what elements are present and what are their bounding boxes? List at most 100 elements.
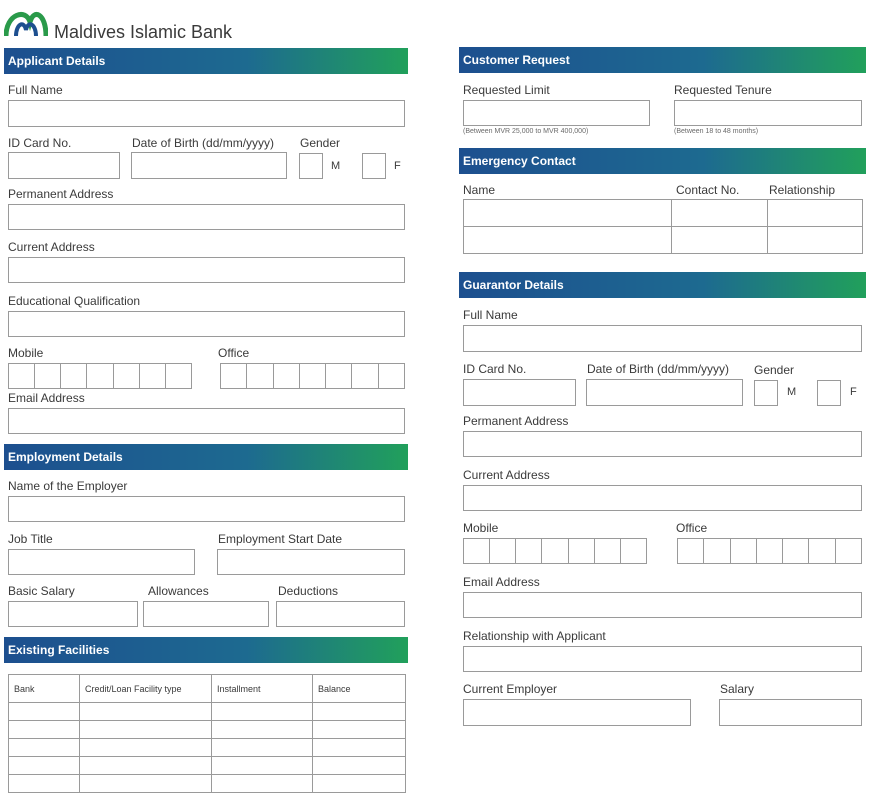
table-cell[interactable] — [312, 738, 406, 757]
applicant-current-address-field[interactable] — [8, 257, 405, 283]
table-cell[interactable] — [79, 702, 212, 721]
requested-limit-label: Requested Limit — [463, 83, 550, 97]
table-cell[interactable] — [312, 774, 406, 793]
table-cell[interactable] — [211, 774, 313, 793]
guarantor-mobile-label: Mobile — [463, 521, 499, 535]
emergency-relationship-cell[interactable] — [767, 226, 863, 254]
table-cell[interactable] — [211, 756, 313, 775]
table-cell[interactable] — [211, 720, 313, 739]
applicant-current-address-label: Current Address — [8, 240, 95, 254]
applicant-id-card-label: ID Card No. — [8, 136, 72, 150]
allowances-field[interactable] — [143, 601, 269, 627]
job-title-field[interactable] — [8, 549, 195, 575]
table-cell[interactable] — [8, 756, 80, 775]
deductions-field[interactable] — [276, 601, 405, 627]
emergency-name-label: Name — [463, 183, 496, 197]
guarantor-gender-label: Gender — [754, 363, 795, 377]
requested-tenure-field[interactable] — [674, 100, 862, 126]
guarantor-dob-label: Date of Birth (dd/mm/yyyy) — [587, 362, 730, 376]
guarantor-email-field[interactable] — [463, 592, 862, 618]
guarantor-full-name-field[interactable] — [463, 325, 862, 352]
applicant-full-name-field[interactable] — [8, 100, 405, 127]
applicant-gender-m-label: M — [331, 160, 341, 172]
bank-logo — [3, 6, 49, 38]
basic-salary-field[interactable] — [8, 601, 138, 627]
guarantor-details-header: Guarantor Details — [459, 272, 866, 298]
requested-limit-field[interactable] — [463, 100, 650, 126]
emergency-name-cell[interactable] — [463, 226, 672, 254]
emergency-contact-label: Contact No. — [676, 183, 740, 197]
guarantor-gender-f-checkbox[interactable] — [817, 380, 841, 406]
applicant-gender-f-checkbox[interactable] — [362, 153, 386, 179]
guarantor-salary-field[interactable] — [719, 699, 862, 726]
table-row[interactable] — [8, 702, 406, 721]
guarantor-email-label: Email Address — [463, 575, 540, 589]
applicant-full-name-label: Full Name — [8, 83, 63, 97]
guarantor-full-name-label: Full Name — [463, 308, 518, 322]
applicant-office-field[interactable] — [220, 363, 405, 389]
table-row[interactable] — [8, 720, 406, 739]
basic-salary-label: Basic Salary — [8, 584, 75, 598]
employer-name-field[interactable] — [8, 496, 405, 522]
applicant-gender-f-label: F — [394, 160, 401, 172]
table-cell[interactable] — [8, 738, 80, 757]
applicant-email-label: Email Address — [8, 391, 85, 405]
table-cell[interactable] — [79, 738, 212, 757]
employment-start-date-field[interactable] — [217, 549, 405, 575]
employer-name-label: Name of the Employer — [8, 479, 128, 493]
table-row[interactable] — [463, 199, 863, 227]
table-cell[interactable] — [79, 774, 212, 793]
allowances-label: Allowances — [148, 584, 209, 598]
emergency-name-cell[interactable] — [463, 199, 672, 227]
table-cell[interactable] — [312, 720, 406, 739]
guarantor-office-field[interactable] — [677, 538, 862, 564]
applicant-gender-m-checkbox[interactable] — [299, 153, 323, 179]
table-cell[interactable] — [312, 756, 406, 775]
table-row[interactable] — [8, 756, 406, 775]
job-title-label: Job Title — [8, 532, 53, 546]
column-header-installment: Installment — [211, 674, 313, 703]
table-cell[interactable] — [312, 702, 406, 721]
table-cell[interactable] — [79, 720, 212, 739]
guarantor-gender-m-checkbox[interactable] — [754, 380, 778, 406]
applicant-office-label: Office — [218, 346, 250, 360]
guarantor-employer-label: Current Employer — [463, 682, 558, 696]
existing-facilities-header: Existing Facilities — [4, 637, 408, 663]
logo-arch-icon — [3, 12, 49, 37]
guarantor-salary-label: Salary — [720, 682, 755, 696]
table-cell[interactable] — [8, 720, 80, 739]
table-row[interactable] — [8, 774, 406, 793]
applicant-permanent-address-label: Permanent Address — [8, 187, 114, 201]
guarantor-current-address-label: Current Address — [463, 468, 550, 482]
table-cell[interactable] — [8, 774, 80, 793]
column-header-balance: Balance — [312, 674, 406, 703]
table-cell[interactable] — [211, 702, 313, 721]
table-cell[interactable] — [211, 738, 313, 757]
guarantor-employer-field[interactable] — [463, 699, 691, 726]
applicant-dob-field[interactable] — [131, 152, 287, 179]
table-cell[interactable] — [8, 702, 80, 721]
guarantor-id-card-field[interactable] — [463, 379, 576, 406]
applicant-education-field[interactable] — [8, 311, 405, 337]
guarantor-office-label: Office — [676, 521, 708, 535]
applicant-mobile-field[interactable] — [8, 363, 192, 389]
requested-limit-note: (Between MVR 25,000 to MVR 400,000) — [463, 128, 589, 135]
emergency-contact-cell[interactable] — [671, 199, 768, 227]
emergency-contact-cell[interactable] — [671, 226, 768, 254]
guarantor-current-address-field[interactable] — [463, 485, 862, 511]
emergency-relationship-cell[interactable] — [767, 199, 863, 227]
deductions-label: Deductions — [278, 584, 339, 598]
guarantor-relationship-field[interactable] — [463, 646, 862, 672]
customer-request-header: Customer Request — [459, 47, 866, 73]
table-row[interactable] — [463, 226, 863, 254]
applicant-email-field[interactable] — [8, 408, 405, 434]
table-cell[interactable] — [79, 756, 212, 775]
guarantor-dob-field[interactable] — [586, 379, 743, 406]
applicant-id-card-field[interactable] — [8, 152, 120, 179]
guarantor-mobile-field[interactable] — [463, 538, 647, 564]
requested-tenure-note: (Between 18 to 48 months) — [674, 128, 759, 135]
table-row[interactable] — [8, 738, 406, 757]
applicant-permanent-address-field[interactable] — [8, 204, 405, 230]
guarantor-permanent-address-field[interactable] — [463, 431, 862, 457]
guarantor-gender-m-label: M — [787, 386, 797, 398]
